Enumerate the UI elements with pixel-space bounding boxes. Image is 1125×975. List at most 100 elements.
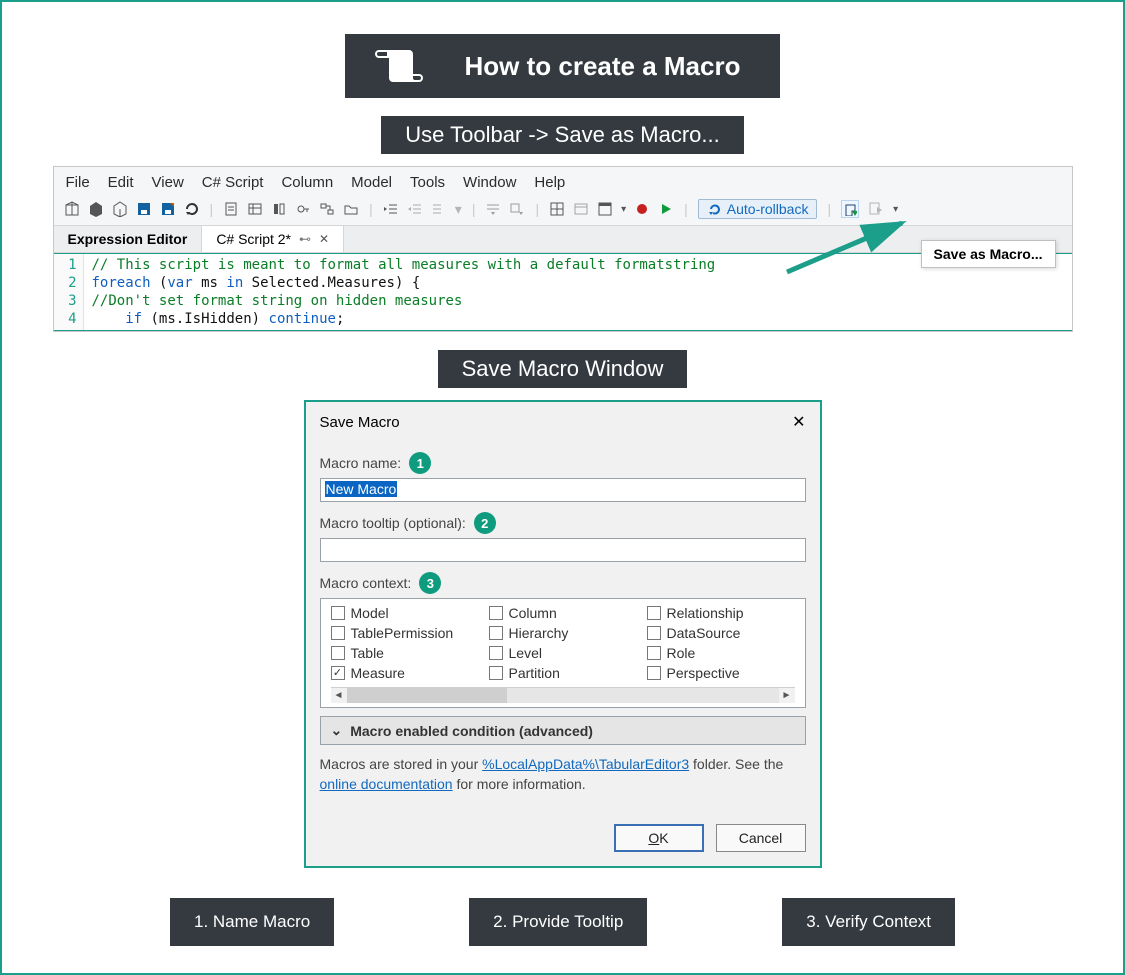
play-icon[interactable]: [658, 201, 674, 217]
checkbox-label: Model: [351, 605, 389, 621]
save-macro-dialog: Save Macro ✕ Macro name: 1 New Macro Mac…: [304, 400, 822, 868]
checkbox-label: Perspective: [667, 665, 740, 681]
menubar: File Edit View C# Script Column Model To…: [54, 167, 1072, 196]
menu-edit[interactable]: Edit: [108, 174, 134, 191]
macro-next-icon[interactable]: [867, 200, 885, 218]
step-2: 2. Provide Tooltip: [469, 898, 647, 946]
save-icon[interactable]: [136, 201, 152, 217]
macro-name-input[interactable]: New Macro: [320, 478, 806, 502]
save-macro-icon[interactable]: [841, 200, 859, 218]
scroll-right-icon[interactable]: ►: [779, 690, 795, 701]
panel-icon[interactable]: [573, 201, 589, 217]
context-checkbox-partition[interactable]: Partition: [489, 665, 637, 681]
code-body: // This script is meant to format all me…: [84, 254, 724, 330]
cube-outline-icon[interactable]: [64, 201, 80, 217]
macro-context-label: Macro context:: [320, 575, 412, 591]
checkbox-label: Column: [509, 605, 557, 621]
checkbox-icon: [489, 626, 503, 640]
line-gutter: 1234: [54, 254, 84, 330]
table-icon[interactable]: [247, 201, 263, 217]
record-icon[interactable]: [634, 201, 650, 217]
context-checkbox-hierarchy[interactable]: Hierarchy: [489, 625, 637, 641]
outdent-icon[interactable]: [407, 201, 423, 217]
context-checkbox-table[interactable]: Table: [331, 645, 479, 661]
context-checkbox-tablepermission[interactable]: TablePermission: [331, 625, 479, 641]
context-box: Model Column Relationship TablePermission Hi…: [320, 598, 806, 708]
horizontal-scrollbar[interactable]: ◄ ►: [331, 687, 795, 703]
tab-csharp-script[interactable]: C# Script 2* ⊷ ✕: [202, 226, 344, 252]
menu-column[interactable]: Column: [281, 174, 333, 191]
menu-view[interactable]: View: [152, 174, 184, 191]
checkbox-icon: [489, 666, 503, 680]
editor-window: File Edit View C# Script Column Model To…: [53, 166, 1073, 332]
link-online-docs[interactable]: online documentation: [320, 776, 453, 792]
checkbox-icon: [647, 626, 661, 640]
cube-filled-icon[interactable]: [88, 201, 104, 217]
macro-tooltip-input[interactable]: [320, 538, 806, 562]
tab-label: C# Script 2*: [216, 231, 291, 247]
tab-expression-editor[interactable]: Expression Editor: [54, 226, 203, 252]
checkbox-icon: [331, 606, 345, 620]
checkbox-label: Role: [667, 645, 696, 661]
checkbox-label: Table: [351, 645, 384, 661]
menu-tools[interactable]: Tools: [410, 174, 445, 191]
cube-deploy-icon[interactable]: [112, 201, 128, 217]
checkbox-icon: [647, 646, 661, 660]
checkbox-label: TablePermission: [351, 625, 454, 641]
checkbox-label: Hierarchy: [509, 625, 569, 641]
page-title-banner: How to create a Macro: [345, 34, 781, 98]
grid-icon[interactable]: [549, 201, 565, 217]
tab-label: Expression Editor: [68, 231, 188, 247]
auto-rollback-button[interactable]: Auto-rollback: [698, 199, 818, 219]
footer-steps: 1. Name Macro 2. Provide Tooltip 3. Veri…: [103, 898, 1023, 946]
scroll-left-icon[interactable]: ◄: [331, 690, 347, 701]
folder-icon[interactable]: [343, 201, 359, 217]
column-icon[interactable]: [271, 201, 287, 217]
context-checkbox-perspective[interactable]: Perspective: [647, 665, 795, 681]
context-checkbox-datasource[interactable]: DataSource: [647, 625, 795, 641]
relationship-icon[interactable]: [319, 201, 335, 217]
insert-arrow-icon[interactable]: [509, 201, 525, 217]
context-checkbox-column[interactable]: Column: [489, 605, 637, 621]
subtitle-toolbar: Use Toolbar -> Save as Macro...: [381, 116, 743, 154]
menu-window[interactable]: Window: [463, 174, 516, 191]
save-folder-icon[interactable]: [160, 201, 176, 217]
menu-model[interactable]: Model: [351, 174, 392, 191]
uncomment-icon[interactable]: [431, 201, 447, 217]
close-icon[interactable]: ✕: [792, 412, 805, 432]
document-icon[interactable]: [223, 201, 239, 217]
indent-icon[interactable]: [383, 201, 399, 217]
checkbox-label: DataSource: [667, 625, 741, 641]
window-icon[interactable]: [597, 201, 613, 217]
checkbox-label: Relationship: [667, 605, 744, 621]
checkbox-label: Measure: [351, 665, 405, 681]
context-checkbox-relationship[interactable]: Relationship: [647, 605, 795, 621]
insert-icon[interactable]: [485, 201, 501, 217]
cancel-button[interactable]: Cancel: [716, 824, 806, 852]
checkbox-icon: [647, 606, 661, 620]
step-badge-3: 3: [419, 572, 441, 594]
step-3: 3. Verify Context: [782, 898, 955, 946]
advanced-expander[interactable]: ⌄ Macro enabled condition (advanced): [320, 716, 806, 745]
macro-name-value: New Macro: [325, 481, 398, 497]
context-checkbox-measure[interactable]: ✓Measure: [331, 665, 479, 681]
key-icon[interactable]: [295, 201, 311, 217]
macro-name-label: Macro name:: [320, 455, 402, 471]
ok-button[interactable]: OK: [614, 824, 704, 852]
context-checkbox-role[interactable]: Role: [647, 645, 795, 661]
context-checkbox-level[interactable]: Level: [489, 645, 637, 661]
link-localappdata[interactable]: %LocalAppData%\TabularEditor3: [482, 756, 689, 772]
pin-icon[interactable]: ⊷: [299, 232, 311, 246]
menu-file[interactable]: File: [66, 174, 90, 191]
macro-tooltip-label: Macro tooltip (optional):: [320, 515, 466, 531]
dialog-title: Save Macro: [320, 414, 400, 431]
save-as-macro-tooltip: Save as Macro...: [921, 240, 1056, 268]
annotation-arrow: [782, 217, 922, 277]
close-tab-icon[interactable]: ✕: [319, 232, 329, 246]
menu-csharp[interactable]: C# Script: [202, 174, 264, 191]
context-checkbox-model[interactable]: Model: [331, 605, 479, 621]
menu-help[interactable]: Help: [534, 174, 565, 191]
auto-rollback-label: Auto-rollback: [727, 201, 809, 217]
checkbox-icon: [331, 646, 345, 660]
refresh-icon[interactable]: [184, 201, 200, 217]
